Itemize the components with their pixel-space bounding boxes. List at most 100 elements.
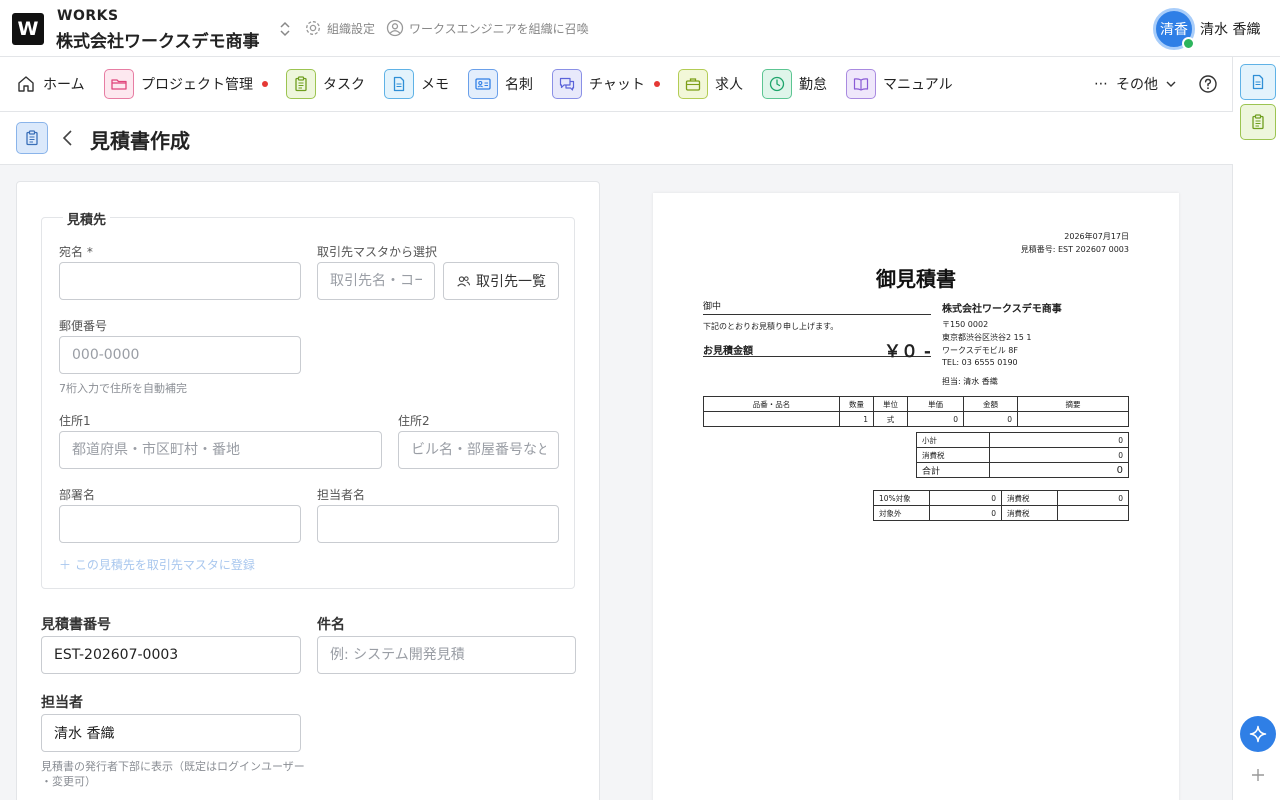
table-cell: 小計	[916, 432, 990, 448]
preview-tel: TEL: 03 6555 0190	[942, 358, 1018, 367]
back-chevron-icon[interactable]	[60, 128, 76, 148]
nav-item-attendance[interactable]: 勤怠	[762, 69, 827, 99]
recipient-name-input[interactable]	[59, 262, 301, 300]
table-header: 数量	[839, 396, 874, 412]
nav-more-label: その他	[1116, 77, 1158, 93]
ai-assistant-button[interactable]	[1240, 716, 1276, 752]
nav-item-home[interactable]: ホーム	[16, 69, 85, 99]
preview-postal: 〒150 0002	[942, 320, 989, 329]
help-icon[interactable]	[1198, 74, 1218, 94]
book-icon	[846, 69, 876, 99]
table-row: 合計 0	[916, 462, 1129, 478]
invite-engineer-link[interactable]: ワークスエンジニアを組織に召喚	[386, 19, 589, 37]
preview-amount-row: お見積金額 ￥０ -	[703, 337, 931, 362]
table-row: 小計 0	[916, 432, 1129, 448]
table-header: 単価	[907, 396, 964, 412]
assignee-input[interactable]	[41, 714, 301, 752]
rail-task-button[interactable]	[1240, 104, 1276, 140]
table-row: 対象外 0 消費税	[873, 505, 1129, 521]
client-master-search-input[interactable]	[317, 262, 435, 300]
chat-icon	[552, 69, 582, 99]
table-cell: 消費税	[1001, 490, 1058, 506]
postal-code-input[interactable]	[59, 336, 301, 374]
table-cell	[703, 411, 840, 427]
estimate-number-label: 見積書番号	[41, 617, 111, 633]
nav-item-label: ホーム	[43, 77, 85, 93]
top-header: W WORKS 株式会社ワークスデモ商事 組織設定 ワークスエンジニアを組織に召…	[0, 0, 1280, 57]
users-icon	[457, 275, 471, 287]
address1-input[interactable]	[59, 431, 382, 469]
works-logo[interactable]: W	[12, 13, 44, 45]
table-cell: 消費税	[916, 447, 990, 463]
table-header: 金額	[963, 396, 1018, 412]
org-settings-label: 組織設定	[327, 21, 376, 36]
briefcase-icon	[678, 69, 708, 99]
contact-label: 担当者名	[317, 488, 366, 502]
recipient-legend: 見積先	[63, 209, 111, 228]
nav-item-manual[interactable]: マニュアル	[846, 69, 953, 99]
user-name[interactable]: 清水 香織	[1200, 19, 1260, 39]
clipboard-icon	[1252, 114, 1264, 130]
preview-amount-value: ￥０ -	[884, 342, 931, 362]
nav-item-label: 求人	[715, 77, 743, 93]
table-cell: 対象外	[873, 505, 930, 521]
nav-item-label: チャット	[589, 77, 645, 93]
table-cell	[1017, 411, 1129, 427]
org-settings-link[interactable]: 組織設定	[304, 19, 375, 37]
preview-amount-label: お見積金額	[703, 346, 753, 357]
preview-estimate-number: 見積番号: EST 202607 0003	[1020, 245, 1129, 254]
brand-name: WORKS	[57, 8, 119, 24]
chevron-updown-icon[interactable]	[276, 18, 294, 40]
nav-item-memo[interactable]: メモ	[384, 69, 449, 99]
preview-items-table: 品番・品名 数量 単位 単価 金額 摘要 1 式 0 0	[703, 396, 1129, 427]
table-cell	[1057, 505, 1129, 521]
table-row: 10%対象 0 消費税 0	[873, 490, 1129, 506]
nav-item-recruit[interactable]: 求人	[678, 69, 743, 99]
table-row: 1 式 0 0	[703, 411, 1129, 427]
client-list-button[interactable]: 取引先一覧	[443, 262, 559, 300]
table-cell: 0	[929, 490, 1002, 506]
table-header: 品番・品名	[703, 396, 840, 412]
table-cell: 式	[873, 411, 908, 427]
preview-person: 担当: 清水 香織	[942, 377, 998, 386]
nav-item-task[interactable]: タスク	[286, 69, 365, 99]
contact-person-input[interactable]	[317, 505, 559, 543]
nav-item-project[interactable]: プロジェクト管理	[104, 69, 268, 99]
nav-item-label: メモ	[421, 77, 449, 93]
table-cell: 10%対象	[873, 490, 930, 506]
add-icon[interactable]	[1248, 765, 1268, 785]
register-client-link[interactable]: ＋ この見積先を取引先マスタに登録	[59, 556, 255, 573]
table-cell: 消費税	[1001, 505, 1058, 521]
nav-item-label: マニュアル	[883, 77, 953, 93]
postal-label: 郵便番号	[59, 319, 108, 333]
clock-icon	[762, 69, 792, 99]
sparkle-icon	[1249, 725, 1267, 743]
address2-input[interactable]	[398, 431, 559, 469]
rail-memo-button[interactable]	[1240, 64, 1276, 100]
assignee-hint: 見積書の発行者下部に表示（既定はログインユーザー	[41, 760, 305, 773]
online-status-indicator	[1182, 37, 1195, 50]
subject-input[interactable]	[317, 636, 576, 674]
table-cell: 0	[989, 462, 1129, 478]
estimate-number-input[interactable]	[41, 636, 301, 674]
nav-more-menu[interactable]: ⋯ その他	[1094, 69, 1177, 99]
department-input[interactable]	[59, 505, 301, 543]
preview-building: ワークスデモビル 8F	[942, 346, 1018, 355]
table-header: 摘要	[1017, 396, 1129, 412]
document-icon	[384, 69, 414, 99]
main-nav: ホーム プロジェクト管理 タスク メモ 名刺 チャット 求人 勤怠 マニュアル …	[0, 57, 1233, 112]
address2-label: 住所2	[398, 414, 430, 428]
nav-item-business-card[interactable]: 名刺	[468, 69, 533, 99]
table-cell: 0	[907, 411, 964, 427]
chevron-down-icon	[1166, 81, 1176, 87]
invite-label: ワークスエンジニアを組織に召喚	[409, 21, 589, 36]
preview-tax-breakdown-table: 10%対象 0 消費税 0 対象外 0 消費税	[873, 490, 1129, 521]
table-cell: 合計	[916, 462, 990, 478]
nav-item-label: タスク	[323, 77, 365, 93]
page-title-bar: 見積書作成	[0, 112, 1233, 165]
notification-dot	[653, 81, 660, 87]
nav-item-chat[interactable]: チャット	[552, 69, 660, 99]
preview-client: 御中	[703, 299, 931, 315]
company-name[interactable]: 株式会社ワークスデモ商事	[56, 27, 260, 52]
folder-icon	[104, 69, 134, 99]
